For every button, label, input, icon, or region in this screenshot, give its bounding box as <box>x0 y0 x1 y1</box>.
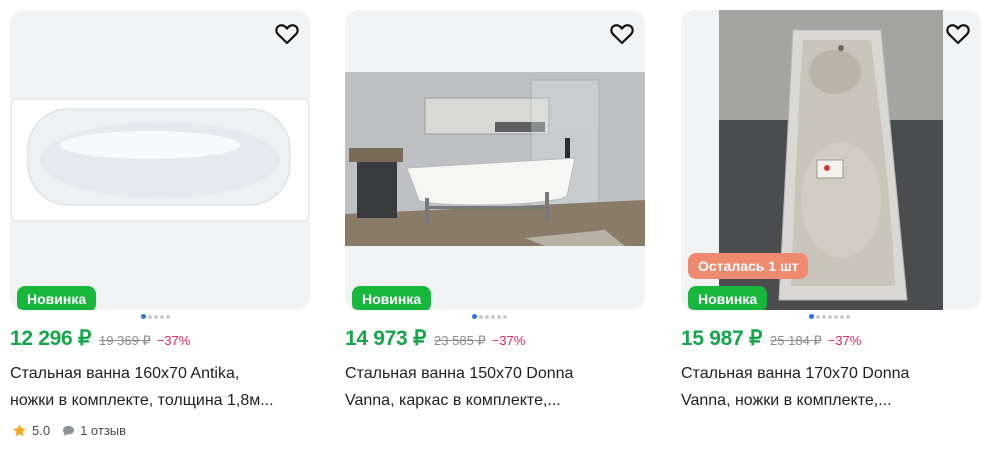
pagination-dot[interactable] <box>497 315 501 319</box>
product-card[interactable]: Новинка 12 296 ₽ 19 369 ₽ −37% Стальная … <box>10 0 310 453</box>
pagination-dot-active[interactable] <box>141 314 146 319</box>
image-pagination-dots <box>809 314 850 320</box>
product-image[interactable]: Новинка <box>10 10 310 310</box>
product-card[interactable]: Новинка 14 973 ₽ 23 585 ₽ −37% Стальная … <box>345 0 645 453</box>
new-badge: Новинка <box>17 286 97 310</box>
discount-percent: −37% <box>827 333 862 348</box>
product-card[interactable]: Осталась 1 шт Новинка 15 987 ₽ 25 184 ₽ … <box>681 0 981 453</box>
pagination-dot[interactable] <box>485 315 489 319</box>
current-price: 12 296 ₽ <box>10 327 92 350</box>
product-title-line: ножки в комплекте, толщина 1,8м... <box>10 392 274 409</box>
image-pagination-dots <box>472 314 507 320</box>
pagination-dot[interactable] <box>834 315 838 319</box>
new-badge: Новинка <box>352 286 432 310</box>
product-title[interactable]: Стальная ванна 160x70 Antika, ножки в ко… <box>10 360 310 414</box>
old-price: 23 585 ₽ <box>434 333 486 348</box>
rating-value: 5.0 <box>32 423 51 438</box>
product-title-line: Стальная ванна 150x70 Donna <box>345 365 574 382</box>
price-row: 15 987 ₽ 25 184 ₽ −37% <box>681 326 861 354</box>
pagination-dot[interactable] <box>160 315 164 319</box>
pagination-dot[interactable] <box>503 315 507 319</box>
discount-percent: −37% <box>156 333 191 348</box>
pagination-dot-active[interactable] <box>809 314 814 319</box>
bathtub-image <box>10 10 310 310</box>
old-price: 19 369 ₽ <box>99 333 151 348</box>
pagination-dot[interactable] <box>148 315 152 319</box>
pagination-dot[interactable] <box>846 315 850 319</box>
product-image[interactable]: Новинка <box>345 10 645 310</box>
product-title-line: Стальная ванна 170x70 Donna <box>681 365 910 382</box>
bathtub-image <box>345 10 645 310</box>
product-title[interactable]: Стальная ванна 170x70 Donna Vanna, ножки… <box>681 360 981 414</box>
pagination-dot[interactable] <box>166 315 170 319</box>
favorite-heart-icon[interactable] <box>273 20 301 48</box>
price-row: 12 296 ₽ 19 369 ₽ −37% <box>10 326 190 354</box>
pagination-dot[interactable] <box>154 315 158 319</box>
product-title-line: Стальная ванна 160x70 Antika, <box>10 365 240 382</box>
price-row: 14 973 ₽ 23 585 ₽ −37% <box>345 326 525 354</box>
pagination-dot[interactable] <box>491 315 495 319</box>
reviews-count: 1 отзыв <box>80 423 127 438</box>
current-price: 14 973 ₽ <box>345 327 427 350</box>
old-price: 25 184 ₽ <box>770 333 822 348</box>
product-title-line: Vanna, каркас в комплекте,... <box>345 392 561 409</box>
discount-percent: −37% <box>491 333 526 348</box>
product-title[interactable]: Стальная ванна 150x70 Donna Vanna, карка… <box>345 360 645 414</box>
pagination-dot-active[interactable] <box>472 314 477 319</box>
image-pagination-dots <box>141 314 170 320</box>
pagination-dot[interactable] <box>822 315 826 319</box>
current-price: 15 987 ₽ <box>681 327 763 350</box>
pagination-dot[interactable] <box>479 315 483 319</box>
star-icon <box>12 423 27 437</box>
pagination-dot[interactable] <box>816 315 820 319</box>
stock-badge: Осталась 1 шт <box>688 253 809 279</box>
pagination-dot[interactable] <box>840 315 844 319</box>
new-badge: Новинка <box>688 286 768 310</box>
rating-reviews[interactable]: 5.0 1 отзыв <box>12 423 126 438</box>
product-image[interactable]: Осталась 1 шт Новинка <box>681 10 981 310</box>
product-title-line: Vanna, ножки в комплекте,... <box>681 392 892 409</box>
comment-icon <box>63 425 75 436</box>
pagination-dot[interactable] <box>828 315 832 319</box>
favorite-heart-icon[interactable] <box>944 20 972 48</box>
favorite-heart-icon[interactable] <box>608 20 636 48</box>
